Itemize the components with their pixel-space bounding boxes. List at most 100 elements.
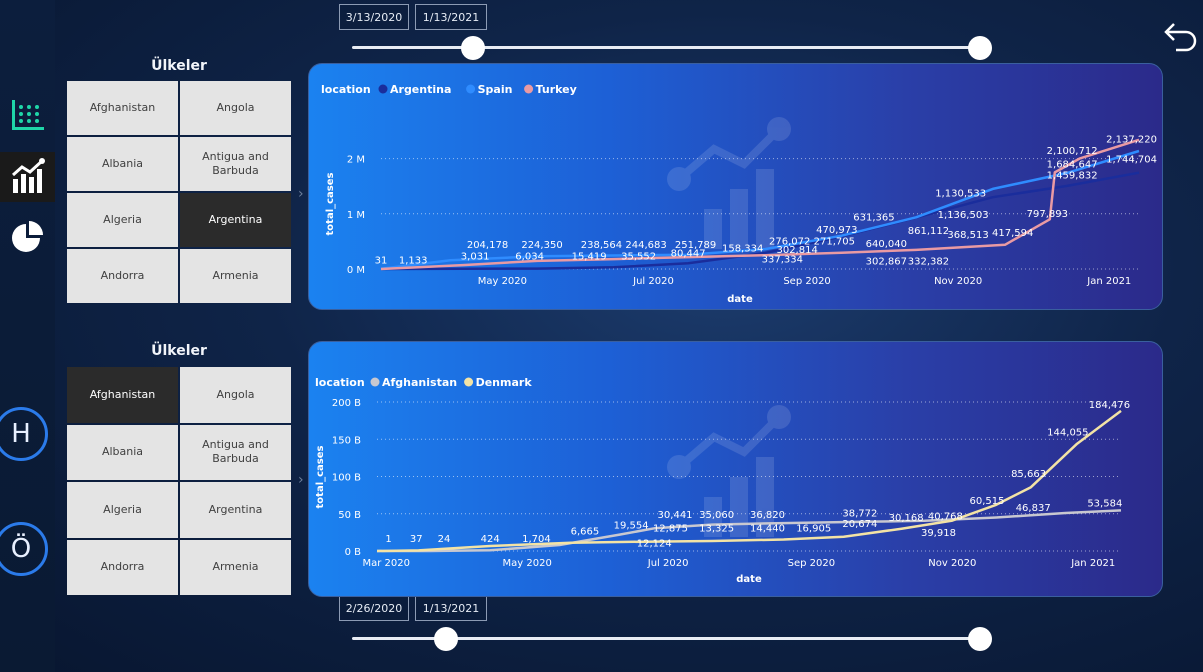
legend-item-spain[interactable]: Spain bbox=[478, 83, 513, 96]
data-label: 20,674 bbox=[842, 519, 877, 530]
top-line-chart[interactable]: 0 M 1 M 2 M May 2020 Jul 2020 Sep 2020 Nov 202… bbox=[309, 64, 1163, 310]
top-slicer-tile-albania[interactable]: Albania bbox=[67, 137, 178, 191]
data-label: 204,178 bbox=[467, 240, 508, 251]
data-label: 1 bbox=[385, 534, 391, 545]
data-label: 85,663 bbox=[1011, 469, 1046, 480]
data-label: 37 bbox=[410, 534, 423, 545]
top-slicer-tile-algeria[interactable]: Algeria bbox=[67, 193, 178, 247]
top-slicer-tile-angola[interactable]: Angola bbox=[180, 81, 291, 135]
bottom-start-date-input[interactable]: 2/26/2020 bbox=[339, 595, 409, 621]
data-label: 302,867 bbox=[866, 257, 907, 268]
data-label: 1,130,533 bbox=[935, 189, 986, 200]
h-button[interactable]: H bbox=[0, 407, 48, 461]
x-tick-label: Nov 2020 bbox=[928, 558, 976, 569]
y-tick-label: 200 B bbox=[332, 398, 361, 409]
legend-item-afghanistan[interactable]: Afghanistan bbox=[382, 376, 457, 389]
top-slicer-tile-argentina[interactable]: Argentina bbox=[180, 193, 291, 247]
line-chart-icon bbox=[11, 158, 45, 193]
legend-title: location bbox=[315, 376, 365, 389]
data-label: 417,594 bbox=[992, 228, 1033, 239]
data-label: 271,705 bbox=[814, 237, 855, 248]
data-label: 1,133 bbox=[399, 255, 428, 266]
data-label: 53,584 bbox=[1087, 498, 1122, 509]
top-end-date-input[interactable]: 1/13/2021 bbox=[415, 4, 487, 30]
top-slicer-tile-antigua-and-barbuda[interactable]: Antigua and Barbuda bbox=[180, 137, 291, 191]
top-slider-start-handle[interactable] bbox=[461, 36, 485, 60]
top-start-date-input[interactable]: 3/13/2020 bbox=[339, 4, 409, 30]
top-line-chart-card: 0 M 1 M 2 M May 2020 Jul 2020 Sep 2020 Nov 202… bbox=[308, 63, 1163, 310]
data-label: 158,334 bbox=[722, 243, 763, 254]
data-label: 40,768 bbox=[928, 512, 963, 523]
data-label: 12,875 bbox=[653, 524, 688, 535]
bottom-country-slicer: Afghanistan Angola Albania Antigua and Barb… bbox=[67, 367, 291, 595]
legend-title: location bbox=[321, 83, 371, 96]
top-date-slider-track[interactable] bbox=[352, 46, 980, 49]
nav-table-view-button[interactable] bbox=[0, 92, 55, 140]
x-tick-label: Sep 2020 bbox=[783, 276, 830, 287]
nav-pie-view-button[interactable] bbox=[0, 212, 55, 260]
top-slider-end-handle[interactable] bbox=[968, 36, 992, 60]
top-slicer-tile-andorra[interactable]: Andorra bbox=[67, 249, 178, 303]
y-tick-label: 150 B bbox=[332, 435, 361, 446]
data-label: 30,168 bbox=[889, 513, 924, 524]
y-tick-label: 0 M bbox=[347, 265, 365, 276]
data-label: 15,419 bbox=[572, 252, 607, 263]
data-label: 1,704 bbox=[522, 534, 551, 545]
bottom-slicer-tile-argentina[interactable]: Argentina bbox=[180, 482, 291, 538]
bottom-slicer-tile-armenia[interactable]: Armenia bbox=[180, 539, 291, 595]
bottom-slicer-tile-angola[interactable]: Angola bbox=[180, 367, 291, 423]
data-label: 3,031 bbox=[461, 252, 490, 263]
y-tick-label: 0 B bbox=[345, 547, 362, 558]
bottom-line-chart[interactable]: 0 B 50 B 100 B 150 B 200 B Mar 2020 May 2020 Ju… bbox=[309, 342, 1163, 597]
x-tick-label: Jul 2020 bbox=[647, 558, 689, 569]
legend-item-denmark[interactable]: Denmark bbox=[476, 376, 533, 389]
data-label: 30,441 bbox=[658, 510, 693, 521]
bottom-slicer-tile-afghanistan[interactable]: Afghanistan bbox=[67, 367, 178, 423]
x-axis-title: date bbox=[727, 294, 753, 305]
back-arrow-icon[interactable] bbox=[1158, 18, 1198, 58]
data-label: 12,124 bbox=[637, 539, 672, 550]
bottom-slider-end-handle[interactable] bbox=[968, 627, 992, 651]
bottom-end-date-input[interactable]: 1/13/2021 bbox=[415, 595, 487, 621]
y-axis-title: total_cases bbox=[315, 445, 326, 508]
data-label: 224,350 bbox=[521, 240, 562, 251]
nav-chart-view-button[interactable] bbox=[0, 152, 55, 202]
data-label: 36,820 bbox=[750, 510, 785, 521]
data-label: 861,112 bbox=[908, 226, 949, 237]
data-label: 39,918 bbox=[921, 528, 956, 539]
data-label: 631,365 bbox=[853, 212, 894, 223]
data-label: 797,893 bbox=[1027, 209, 1068, 220]
data-label: 424 bbox=[481, 534, 500, 545]
data-label: 337,334 bbox=[762, 254, 803, 265]
top-slicer-tile-afghanistan[interactable]: Afghanistan bbox=[67, 81, 178, 135]
data-label: 238,564 bbox=[581, 240, 622, 251]
top-slicer-title: Ülkeler bbox=[151, 58, 207, 74]
data-label: 2,137,220 bbox=[1106, 135, 1157, 146]
data-label: 470,973 bbox=[816, 225, 857, 236]
data-label: 46,837 bbox=[1016, 503, 1051, 514]
o-button[interactable]: Ö bbox=[0, 522, 48, 576]
x-tick-label: Sep 2020 bbox=[788, 558, 835, 569]
data-label: 35,060 bbox=[699, 510, 734, 521]
bottom-slicer-tile-andorra[interactable]: Andorra bbox=[67, 539, 178, 595]
data-label: 80,447 bbox=[671, 248, 706, 259]
data-label: 244,683 bbox=[625, 240, 666, 251]
data-label: 6,034 bbox=[515, 252, 544, 263]
legend-item-turkey[interactable]: Turkey bbox=[536, 83, 577, 96]
bottom-slicer-tile-albania[interactable]: Albania bbox=[67, 424, 178, 480]
pie-chart-icon bbox=[11, 221, 43, 252]
bottom-line-chart-card: 0 B 50 B 100 B 150 B 200 B Mar 2020 May 2020 Ju… bbox=[308, 341, 1163, 597]
x-tick-label: Jan 2021 bbox=[1070, 558, 1115, 569]
bottom-slicer-tile-antigua-and-barbuda[interactable]: Antigua and Barbuda bbox=[180, 424, 291, 480]
bottom-slider-start-handle[interactable] bbox=[434, 627, 458, 651]
y-tick-label: 2 M bbox=[347, 155, 365, 166]
x-tick-label: Nov 2020 bbox=[934, 276, 982, 287]
data-label: 13,325 bbox=[699, 524, 734, 535]
y-tick-label: 50 B bbox=[338, 510, 361, 521]
chevron-right-icon: › bbox=[298, 186, 304, 202]
legend-item-argentina[interactable]: Argentina bbox=[390, 83, 451, 96]
chevron-right-icon: › bbox=[298, 472, 304, 488]
top-slicer-tile-armenia[interactable]: Armenia bbox=[180, 249, 291, 303]
top-country-slicer: Afghanistan Angola Albania Antigua and Barb… bbox=[67, 81, 291, 303]
bottom-slicer-tile-algeria[interactable]: Algeria bbox=[67, 482, 178, 538]
